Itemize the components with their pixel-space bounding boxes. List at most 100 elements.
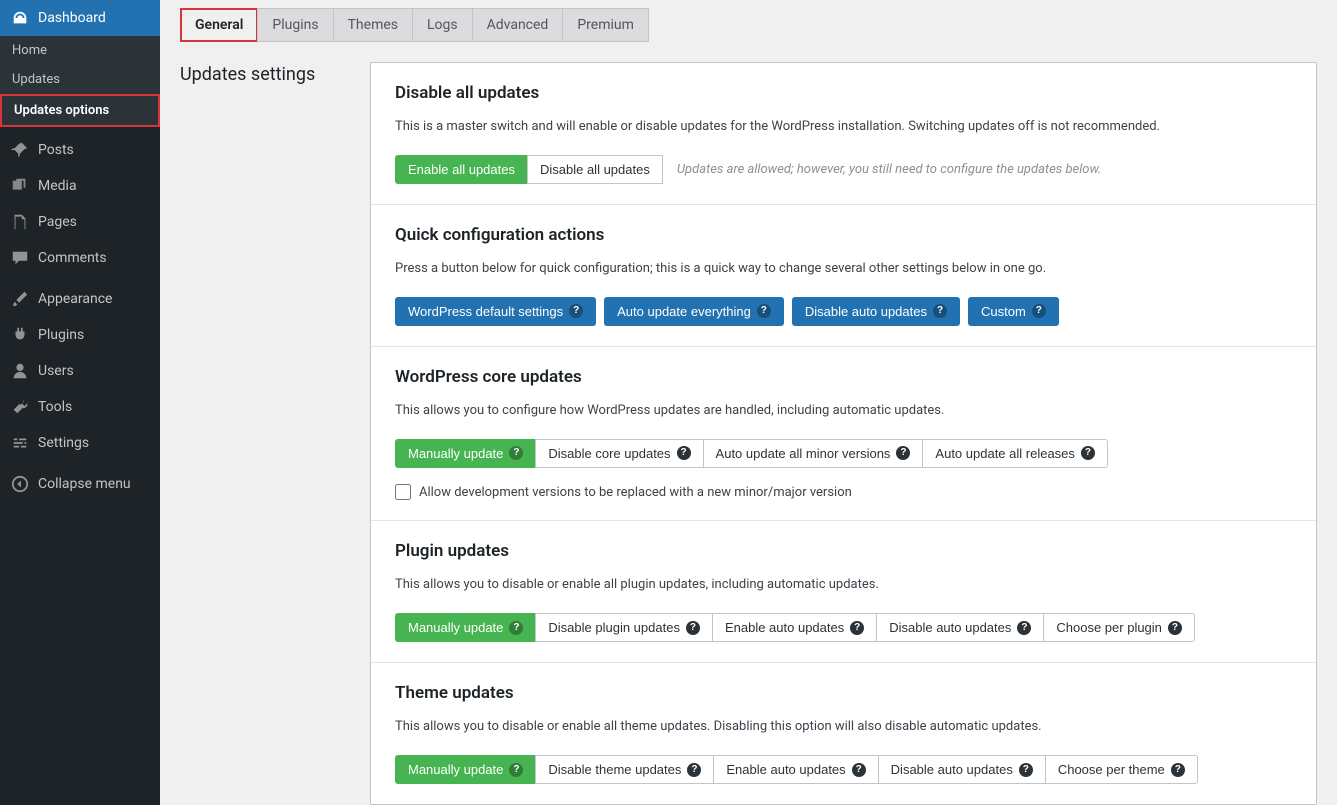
sidebar-item-tools[interactable]: Tools (0, 389, 160, 425)
sidebar-item-comments[interactable]: Comments (0, 240, 160, 276)
help-icon[interactable]: ? (1168, 621, 1182, 635)
auto-update-everything-button[interactable]: Auto update everything? (604, 297, 784, 327)
section-quick-config: Quick configuration actions Press a butt… (371, 205, 1316, 347)
sidebar-subitem-updates-options[interactable]: Updates options (0, 94, 160, 127)
section-desc: This allows you to configure how WordPre… (395, 401, 1292, 421)
plugin-enable-auto-button[interactable]: Enable auto updates? (712, 613, 877, 643)
sidebar-label: Comments (38, 250, 107, 266)
brush-icon (10, 289, 30, 309)
tab-advanced[interactable]: Advanced (472, 8, 564, 42)
help-icon[interactable]: ? (1017, 621, 1031, 635)
main-content: General Plugins Themes Logs Advanced Pre… (160, 0, 1337, 805)
help-icon[interactable]: ? (852, 763, 866, 777)
sidebar-subitem-updates[interactable]: Updates (0, 65, 160, 94)
sidebar-item-dashboard[interactable]: Dashboard (0, 0, 160, 36)
theme-disable-updates-button[interactable]: Disable theme updates? (535, 755, 714, 785)
help-icon[interactable]: ? (686, 621, 700, 635)
plugin-disable-auto-button[interactable]: Disable auto updates? (876, 613, 1044, 643)
plugin-manually-update-button[interactable]: Manually update? (395, 613, 536, 643)
sidebar-item-media[interactable]: Media (0, 168, 160, 204)
help-icon[interactable]: ? (687, 763, 701, 777)
sidebar-label: Posts (38, 142, 74, 158)
help-icon[interactable]: ? (509, 763, 523, 777)
core-updates-buttons: Manually update? Disable core updates? A… (395, 439, 1292, 469)
help-icon[interactable]: ? (757, 304, 771, 318)
plugin-choose-per-button[interactable]: Choose per plugin? (1043, 613, 1195, 643)
help-icon[interactable]: ? (1171, 763, 1185, 777)
section-desc: This allows you to disable or enable all… (395, 575, 1292, 595)
help-icon[interactable]: ? (1019, 763, 1033, 777)
theme-disable-auto-button[interactable]: Disable auto updates? (878, 755, 1046, 785)
theme-updates-buttons: Manually update? Disable theme updates? … (395, 755, 1292, 785)
pages-icon (10, 212, 30, 232)
disable-auto-updates-button[interactable]: Disable auto updates? (792, 297, 960, 327)
sidebar-subitem-home[interactable]: Home (0, 36, 160, 65)
sliders-icon (10, 433, 30, 453)
sidebar-item-appearance[interactable]: Appearance (0, 281, 160, 317)
tab-general[interactable]: General (180, 8, 258, 42)
tab-plugins[interactable]: Plugins (257, 8, 333, 42)
plugin-disable-updates-button[interactable]: Disable plugin updates? (535, 613, 713, 643)
admin-sidebar: Dashboard Home Updates Updates options P… (0, 0, 160, 805)
sidebar-label: Settings (38, 435, 89, 451)
sidebar-item-pages[interactable]: Pages (0, 204, 160, 240)
theme-enable-auto-button[interactable]: Enable auto updates? (713, 755, 878, 785)
allow-dev-versions-checkbox[interactable]: Allow development versions to be replace… (395, 484, 1292, 500)
sidebar-label: Appearance (38, 291, 112, 307)
section-core-updates: WordPress core updates This allows you t… (371, 347, 1316, 521)
help-icon[interactable]: ? (933, 304, 947, 318)
help-icon[interactable]: ? (569, 304, 583, 318)
wrench-icon (10, 397, 30, 417)
theme-manually-update-button[interactable]: Manually update? (395, 755, 536, 785)
plugin-updates-buttons: Manually update? Disable plugin updates?… (395, 613, 1292, 643)
sidebar-submenu-dashboard: Home Updates Updates options (0, 36, 160, 127)
tab-logs[interactable]: Logs (412, 8, 473, 42)
disable-all-updates-button[interactable]: Disable all updates (527, 155, 663, 185)
sidebar-label: Dashboard (38, 10, 106, 26)
section-desc: Press a button below for quick configura… (395, 259, 1292, 279)
tab-premium[interactable]: Premium (562, 8, 649, 42)
help-icon[interactable]: ? (509, 621, 523, 635)
sidebar-item-settings[interactable]: Settings (0, 425, 160, 461)
section-theme-updates: Theme updates This allows you to disable… (371, 663, 1316, 804)
help-icon[interactable]: ? (509, 446, 523, 460)
plug-icon (10, 325, 30, 345)
sidebar-item-users[interactable]: Users (0, 353, 160, 389)
sidebar-label: Pages (38, 214, 77, 230)
help-icon[interactable]: ? (677, 446, 691, 460)
sidebar-item-collapse[interactable]: Collapse menu (0, 466, 160, 502)
section-desc: This allows you to disable or enable all… (395, 717, 1292, 737)
sidebar-label: Collapse menu (38, 476, 131, 492)
enable-all-updates-button[interactable]: Enable all updates (395, 155, 528, 185)
help-icon[interactable]: ? (1081, 446, 1095, 460)
help-icon[interactable]: ? (896, 446, 910, 460)
settings-tabs: General Plugins Themes Logs Advanced Pre… (180, 8, 1317, 42)
section-title: Quick configuration actions (395, 225, 1292, 245)
section-desc: This is a master switch and will enable … (395, 117, 1292, 137)
collapse-icon (10, 474, 30, 494)
allow-dev-versions-input[interactable] (395, 484, 411, 500)
sidebar-label: Plugins (38, 327, 84, 343)
settings-panel: Disable all updates This is a master swi… (370, 62, 1317, 805)
section-title: WordPress core updates (395, 367, 1292, 387)
checkbox-label: Allow development versions to be replace… (419, 485, 852, 500)
custom-config-button[interactable]: Custom? (968, 297, 1059, 327)
sidebar-item-plugins[interactable]: Plugins (0, 317, 160, 353)
pin-icon (10, 140, 30, 160)
core-disable-updates-button[interactable]: Disable core updates? (535, 439, 703, 469)
comments-icon (10, 248, 30, 268)
sidebar-item-posts[interactable]: Posts (0, 132, 160, 168)
tab-themes[interactable]: Themes (333, 8, 413, 42)
core-auto-minor-button[interactable]: Auto update all minor versions? (703, 439, 924, 469)
user-icon (10, 361, 30, 381)
wp-default-settings-button[interactable]: WordPress default settings? (395, 297, 596, 327)
help-icon[interactable]: ? (1032, 304, 1046, 318)
core-manually-update-button[interactable]: Manually update? (395, 439, 536, 469)
toggle-group-all-updates: Enable all updates Disable all updates U… (395, 155, 1292, 185)
theme-choose-per-button[interactable]: Choose per theme? (1045, 755, 1198, 785)
help-icon[interactable]: ? (850, 621, 864, 635)
media-icon (10, 176, 30, 196)
sidebar-label: Media (38, 178, 77, 194)
core-auto-all-button[interactable]: Auto update all releases? (922, 439, 1107, 469)
section-title: Theme updates (395, 683, 1292, 703)
